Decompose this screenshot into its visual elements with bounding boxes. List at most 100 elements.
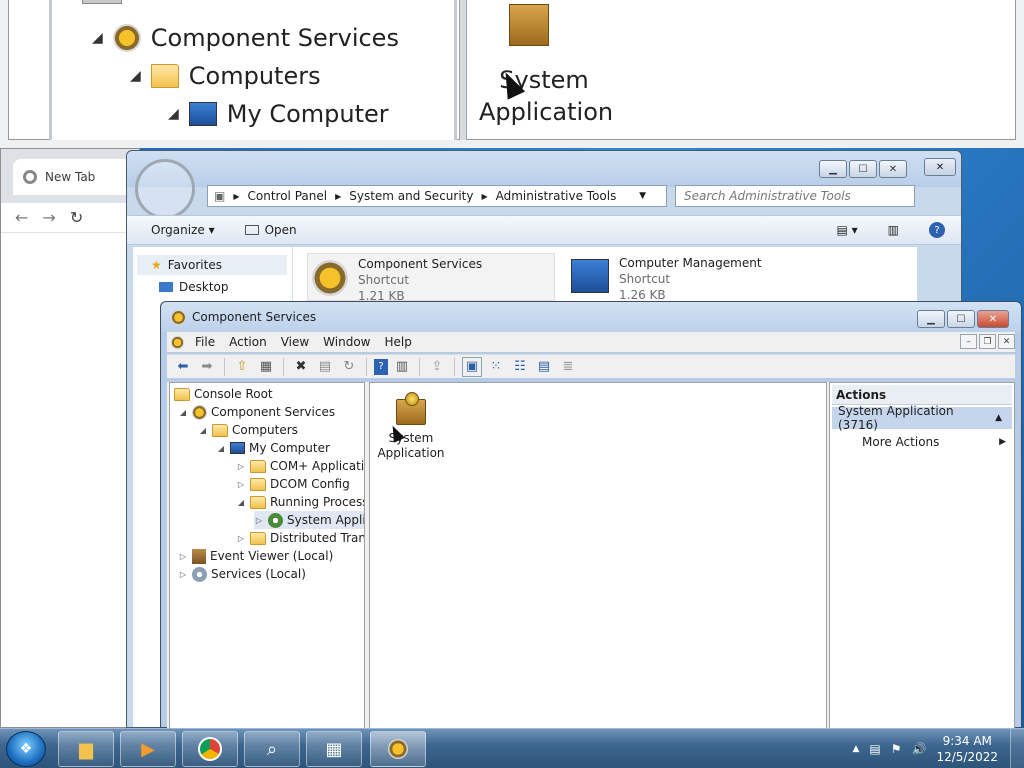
nav-desktop[interactable]: Desktop xyxy=(159,277,292,297)
volume-icon[interactable]: 🔊 xyxy=(912,742,927,756)
expanded-arrow-icon[interactable]: ◢ xyxy=(236,498,246,507)
chrome-tab[interactable]: New Tab xyxy=(13,159,133,195)
maximize-button[interactable]: ☐ xyxy=(947,310,975,328)
tree-node-label: Console Root xyxy=(194,387,273,401)
breadcrumb-control-panel[interactable]: Control Panel xyxy=(248,189,328,203)
tree-node-running-processes[interactable]: ◢ Running Processes xyxy=(236,493,364,511)
collapsed-arrow-icon[interactable]: ▷ xyxy=(236,480,246,489)
breadcrumb-system-security[interactable]: System and Security xyxy=(349,189,473,203)
tree-node-console-root[interactable]: Console Root xyxy=(174,385,273,403)
tree-node-system-application[interactable]: ▷ System Application xyxy=(254,511,364,529)
mdi-minimize-button[interactable]: – xyxy=(960,334,977,349)
mdi-controls: – ❐ ✕ xyxy=(960,334,1015,349)
list-view-icon[interactable]: ☷ xyxy=(510,357,530,377)
delete-icon[interactable]: ✖ xyxy=(291,357,311,377)
expanded-arrow-icon[interactable]: ◢ xyxy=(178,408,188,417)
show-hide-tree-icon[interactable]: ▦ xyxy=(256,357,276,377)
nav-favorites[interactable]: ★ Favorites xyxy=(137,255,287,275)
close-button[interactable]: ✕ xyxy=(977,310,1009,328)
collapse-arrow-icon[interactable]: ▲ xyxy=(995,413,1002,423)
background-window-close-button[interactable]: ✕ xyxy=(924,158,956,176)
show-desktop-button[interactable] xyxy=(1010,729,1024,768)
tree-node-label: Running Processes xyxy=(270,495,364,509)
collapsed-arrow-icon[interactable]: ▷ xyxy=(236,462,246,471)
tree-node-my-computer[interactable]: ◢ My Computer xyxy=(216,439,330,457)
detail-view-icon[interactable]: ▤ xyxy=(534,357,554,377)
system-menu-icon[interactable] xyxy=(171,335,184,349)
show-action-pane-icon[interactable]: ▥ xyxy=(392,357,412,377)
chrome-icon xyxy=(198,737,222,761)
back-arrow-icon[interactable]: ⬅ xyxy=(173,357,193,377)
menu-view[interactable]: View xyxy=(274,335,316,349)
open-button[interactable]: Open xyxy=(244,223,297,237)
address-bar[interactable]: ▣ ▶ Control Panel ▶ System and Security … xyxy=(207,185,667,207)
collapsed-arrow-icon[interactable]: ▷ xyxy=(254,516,264,525)
result-item-icon-wrap xyxy=(376,389,446,431)
chrome-toolbar: ← → ↻ xyxy=(1,203,139,233)
dropdown-arrow-icon[interactable]: ▼ xyxy=(639,191,646,201)
network-icon[interactable]: ▤ xyxy=(869,742,880,756)
tree-node-component-services[interactable]: ◢ Component Services xyxy=(178,403,335,421)
explorer-titlebar: ▁ ☐ ✕ xyxy=(127,151,961,187)
more-actions-item[interactable]: More Actions ▶ xyxy=(832,431,1012,453)
up-folder-icon[interactable]: ⇧ xyxy=(232,357,252,377)
tree-node-dcom-config[interactable]: ▷ DCOM Config xyxy=(236,475,350,493)
taskbar-explorer-button[interactable]: ▆ xyxy=(58,731,114,767)
menu-window[interactable]: Window xyxy=(316,335,377,349)
back-arrow-icon[interactable]: ← xyxy=(15,208,28,227)
tree-node-event-viewer[interactable]: ▷ Event Viewer (Local) xyxy=(178,547,333,565)
file-item-component-services[interactable]: Component Services Shortcut 1.21 KB xyxy=(307,253,555,303)
maximize-button[interactable]: ☐ xyxy=(849,160,877,178)
preview-pane-icon[interactable]: ▥ xyxy=(888,223,899,237)
reload-icon[interactable]: ↻ xyxy=(70,208,83,227)
result-item-system-application[interactable]: System Application xyxy=(376,389,446,461)
taskbar-component-services-button[interactable] xyxy=(370,731,426,767)
mdi-restore-button[interactable]: ❐ xyxy=(979,334,996,349)
tree-node-services[interactable]: ▷ Services (Local) xyxy=(178,565,306,583)
expanded-arrow-icon[interactable]: ◢ xyxy=(198,426,208,435)
taskbar-magnifier-button[interactable]: ⌕ xyxy=(244,731,300,767)
collapsed-arrow-icon[interactable]: ▷ xyxy=(178,570,188,579)
start-button[interactable]: ❖ xyxy=(6,731,46,767)
minimize-button[interactable]: ▁ xyxy=(819,160,847,178)
clock-time: 9:34 AM xyxy=(942,734,992,748)
close-button[interactable]: ✕ xyxy=(879,160,907,178)
tree-node-computers[interactable]: ◢ Computers xyxy=(198,421,298,439)
toolbar-separator xyxy=(419,357,420,376)
organize-button[interactable]: Organize ▾ xyxy=(151,223,215,237)
action-center-icon[interactable]: ⚑ xyxy=(891,742,902,756)
help-icon[interactable]: ? xyxy=(374,358,388,375)
taskbar-media-player-button[interactable]: ▶ xyxy=(120,731,176,767)
collapsed-arrow-icon[interactable]: ▷ xyxy=(236,534,246,543)
export-list-icon[interactable]: ⇪ xyxy=(427,357,447,377)
taskbar-control-panel-button[interactable]: ▦ xyxy=(306,731,362,767)
search-input[interactable]: Search Administrative Tools xyxy=(675,185,915,207)
tree-node-com-applications[interactable]: ▷ COM+ Applications xyxy=(236,457,364,475)
minimize-button[interactable]: ▁ xyxy=(917,310,945,328)
breadcrumb-admin-tools[interactable]: Administrative Tools xyxy=(496,189,617,203)
actions-selected-item[interactable]: System Application (3716) ▲ xyxy=(832,404,1012,432)
menu-file[interactable]: File xyxy=(188,335,222,349)
taskbar-chrome-button[interactable] xyxy=(182,731,238,767)
show-hidden-icons-icon[interactable]: ▲ xyxy=(852,744,859,754)
nav-desktop-label: Desktop xyxy=(179,280,229,294)
view-options-icon[interactable]: ▤ ▾ xyxy=(836,223,857,237)
small-icons-view-icon[interactable]: ⁙ xyxy=(486,357,506,377)
menu-action[interactable]: Action xyxy=(222,335,274,349)
collapsed-arrow-icon[interactable]: ▷ xyxy=(178,552,188,561)
tree-node-distributed-transaction[interactable]: ▷ Distributed Transaction Coordinator xyxy=(236,529,364,547)
mdi-close-button[interactable]: ✕ xyxy=(998,334,1015,349)
refresh-icon[interactable]: ↻ xyxy=(339,357,359,377)
clock[interactable]: 9:34 AM 12/5/2022 xyxy=(936,733,998,765)
menu-help[interactable]: Help xyxy=(378,335,419,349)
forward-arrow-icon[interactable]: → xyxy=(42,208,55,227)
status-view-icon[interactable]: ≣ xyxy=(558,357,578,377)
file-item-computer-management[interactable]: Computer Management Shortcut 1.26 KB xyxy=(567,253,807,302)
forward-arrow-icon[interactable]: ➡ xyxy=(197,357,217,377)
expanded-arrow-icon[interactable]: ◢ xyxy=(216,444,226,453)
folder-icon: ▆ xyxy=(79,738,93,760)
help-icon[interactable]: ? xyxy=(929,222,945,238)
toolbar-separator xyxy=(366,357,367,376)
properties-icon[interactable]: ▤ xyxy=(315,357,335,377)
large-icons-view-icon[interactable]: ▣ xyxy=(462,356,482,377)
